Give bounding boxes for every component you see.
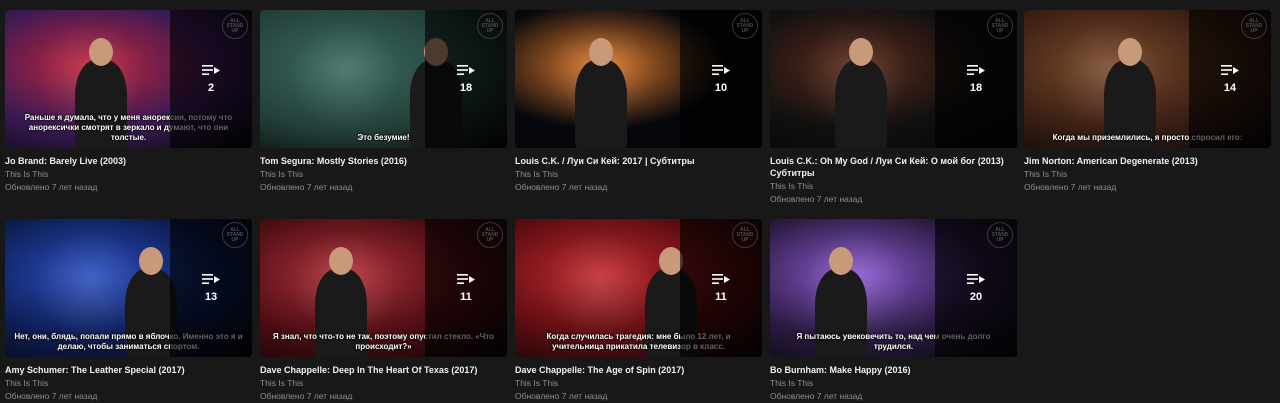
playlist-icon	[1221, 65, 1239, 75]
updated-time: Обновлено 7 лет назад	[260, 391, 353, 401]
playlist-icon	[967, 65, 985, 75]
playlist-icon	[202, 65, 220, 75]
updated-time: Обновлено 7 лет назад	[1024, 182, 1117, 192]
stage-light	[545, 229, 655, 339]
playlist-icon	[202, 274, 220, 284]
playlist-card[interactable]: ALL STAND UP Нет, они, блядь, попали пря…	[5, 219, 252, 403]
channel-name[interactable]: This Is This	[1024, 168, 1271, 181]
playlist-card[interactable]: ALL STAND UP Я пытаюсь увековечить то, н…	[770, 219, 1017, 403]
updated-time: Обновлено 7 лет назад	[770, 391, 863, 401]
channel-name[interactable]: This Is This	[515, 168, 762, 181]
comedian-head	[89, 38, 113, 66]
playlist-thumbnail[interactable]: ALL STAND UP 10	[515, 10, 762, 148]
comedian-head	[829, 247, 853, 275]
video-count: 11	[460, 291, 472, 303]
playlist-title[interactable]: Amy Schumer: The Leather Special (2017)	[5, 364, 252, 376]
playlist-card[interactable]: ALL STAND UP 10 Louis C.K. / Луи Си Кей:…	[515, 10, 762, 194]
playlist-count-overlay: 11	[680, 219, 762, 357]
playlist-icon	[457, 65, 475, 75]
updated-time: Обновлено 7 лет назад	[515, 391, 608, 401]
playlist-card[interactable]: ALL STAND UP Когда мы приземлились, я пр…	[1024, 10, 1271, 194]
playlist-icon	[712, 65, 730, 75]
playlist-title[interactable]: Louis C.K. / Луи Си Кей: 2017 | Субтитры	[515, 155, 762, 167]
video-count: 11	[715, 291, 727, 303]
playlist-thumbnail[interactable]: ALL STAND UP Когда мы приземлились, я пр…	[1024, 10, 1271, 148]
playlist-icon	[457, 274, 475, 284]
playlist-title[interactable]: Dave Chappelle: Deep In The Heart Of Tex…	[260, 364, 507, 376]
playlist-count-overlay: 18	[425, 10, 507, 148]
playlist-card[interactable]: ALL STAND UP Когда случилась трагедия: м…	[515, 219, 762, 403]
comedian-silhouette	[575, 60, 627, 148]
video-count: 18	[969, 82, 983, 94]
channel-name[interactable]: This Is This	[5, 168, 252, 181]
comedian-head	[849, 38, 873, 66]
playlist-count-overlay: 18	[935, 10, 1017, 148]
channel-name[interactable]: This Is This	[260, 377, 507, 390]
video-count: 13	[204, 291, 218, 303]
comedian-head	[139, 247, 163, 275]
playlist-thumbnail[interactable]: ALL STAND UP Я пытаюсь увековечить то, н…	[770, 219, 1017, 357]
updated-time: Обновлено 7 лет назад	[515, 182, 608, 192]
comedian-head	[589, 38, 613, 66]
playlist-count-overlay: 2	[170, 10, 252, 148]
updated-time: Обновлено 7 лет назад	[5, 391, 98, 401]
comedian-head	[1118, 38, 1142, 66]
comedian-silhouette	[835, 60, 887, 148]
playlist-title[interactable]: Louis C.K.: Oh My God / Луи Си Кей: О мо…	[770, 155, 1017, 179]
playlist-title[interactable]: Bo Burnham: Make Happy (2016)	[770, 364, 1017, 376]
channel-name[interactable]: This Is This	[770, 180, 1017, 193]
playlist-thumbnail[interactable]: ALL STAND UP Нет, они, блядь, попали пря…	[5, 219, 252, 357]
channel-name[interactable]: This Is This	[260, 168, 507, 181]
playlist-card[interactable]: ALL STAND UP Это безумие! 18 Tom Segura:…	[260, 10, 507, 194]
playlist-thumbnail[interactable]: ALL STAND UP Раньше я думала, что у меня…	[5, 10, 252, 148]
playlist-title[interactable]: Dave Chappelle: The Age of Spin (2017)	[515, 364, 762, 376]
playlist-count-overlay: 20	[935, 219, 1017, 357]
playlist-thumbnail[interactable]: ALL STAND UP 18	[770, 10, 1017, 148]
playlist-thumbnail[interactable]: ALL STAND UP Это безумие! 18	[260, 10, 507, 148]
channel-name[interactable]: This Is This	[770, 377, 1017, 390]
playlist-icon	[712, 274, 730, 284]
playlist-card[interactable]: ALL STAND UP 18 Louis C.K.: Oh My God / …	[770, 10, 1017, 206]
playlist-card[interactable]: ALL STAND UP Я знал, что что-то не так, …	[260, 219, 507, 403]
comedian-head	[329, 247, 353, 275]
playlist-count-overlay: 10	[680, 10, 762, 148]
playlist-count-overlay: 14	[1189, 10, 1271, 148]
playlist-title[interactable]: Tom Segura: Mostly Stories (2016)	[260, 155, 507, 167]
playlist-title[interactable]: Jim Norton: American Degenerate (2013)	[1024, 155, 1271, 167]
video-count: 20	[969, 291, 983, 303]
video-count: 18	[459, 82, 473, 94]
channel-name[interactable]: This Is This	[515, 377, 762, 390]
channel-name[interactable]: This Is This	[5, 377, 252, 390]
playlist-icon	[967, 274, 985, 284]
updated-time: Обновлено 7 лет назад	[5, 182, 98, 192]
playlist-title[interactable]: Jo Brand: Barely Live (2003)	[5, 155, 252, 167]
stage-light	[290, 20, 400, 130]
playlist-count-overlay: 13	[170, 219, 252, 357]
video-count: 10	[714, 82, 728, 94]
playlist-card[interactable]: ALL STAND UP Раньше я думала, что у меня…	[5, 10, 252, 194]
updated-time: Обновлено 7 лет назад	[770, 194, 863, 204]
playlist-thumbnail[interactable]: ALL STAND UP Я знал, что что-то не так, …	[260, 219, 507, 357]
video-count: 14	[1223, 82, 1237, 94]
playlist-count-overlay: 11	[425, 219, 507, 357]
playlist-grid: ALL STAND UP Раньше я думала, что у меня…	[0, 0, 1280, 403]
updated-time: Обновлено 7 лет назад	[260, 182, 353, 192]
video-count: 2	[207, 82, 215, 94]
playlist-thumbnail[interactable]: ALL STAND UP Когда случилась трагедия: м…	[515, 219, 762, 357]
